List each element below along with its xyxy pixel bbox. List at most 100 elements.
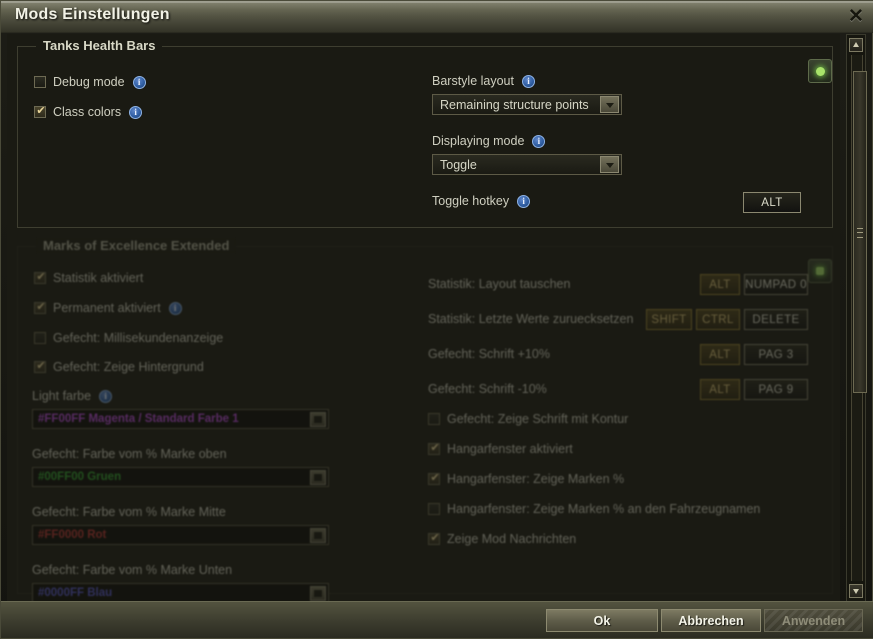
checkbox-box[interactable] xyxy=(34,104,47,118)
checkbox-debug-mode[interactable]: Debug mode i xyxy=(34,75,146,89)
close-icon[interactable]: ✕ xyxy=(843,4,869,29)
label-text: Light farbe xyxy=(32,389,92,403)
checkbox-millisekundenanzeige[interactable]: Gefecht: Millisekundenanzeige xyxy=(34,331,223,345)
label-light-farbe: Light farbe i xyxy=(32,389,113,403)
section-tanks-health-bars: Tanks Health Bars Debug mode i Class col… xyxy=(17,38,833,228)
checkbox-label: Gefecht: Zeige Hintergrund xyxy=(53,360,204,374)
reset-icon-button[interactable] xyxy=(808,259,832,283)
chevron-down-icon[interactable] xyxy=(600,156,619,173)
checkbox-class-colors[interactable]: Class colors i xyxy=(34,104,143,119)
checkbox-schrift-mit-kontur[interactable]: Gefecht: Zeige Schrift mit Kontur xyxy=(428,412,628,426)
checkbox-label: Permanent aktiviert xyxy=(53,301,161,315)
label-farbe-marke-oben: Gefecht: Farbe vom % Marke oben xyxy=(32,447,227,461)
hotkey-key-delete[interactable]: DELETE xyxy=(744,309,808,330)
checkbox-label: Class colors xyxy=(53,105,122,119)
hotkey-key-numpad0[interactable]: NUMPAD 0 xyxy=(744,274,808,295)
info-icon[interactable]: i xyxy=(532,134,546,148)
textfield-farbe-marke-unten[interactable]: #0000FF Blau xyxy=(32,583,329,602)
checkbox-label: Zeige Mod Nachrichten xyxy=(447,532,577,546)
color-picker-button[interactable] xyxy=(310,527,326,543)
chevron-down-icon[interactable] xyxy=(600,96,619,113)
info-icon[interactable]: i xyxy=(517,194,531,208)
chevron-down-icon[interactable] xyxy=(849,584,863,598)
info-icon[interactable]: i xyxy=(129,105,143,119)
checkbox-box[interactable] xyxy=(34,270,47,284)
dropdown-value: Remaining structure points xyxy=(440,97,589,112)
checkbox-label: Gefecht: Millisekundenanzeige xyxy=(53,331,224,345)
label-text: Statistik: Layout tauschen xyxy=(428,277,571,291)
label-toggle-hotkey: Toggle hotkey i xyxy=(432,194,531,208)
label-schrift-minus: Gefecht: Schrift -10% xyxy=(428,382,547,396)
label-barstyle-layout: Barstyle layout i xyxy=(432,74,535,88)
hotkey-button-toggle[interactable]: ALT xyxy=(743,192,801,213)
color-picker-button[interactable] xyxy=(310,469,326,485)
checkbox-permanent-aktiviert[interactable]: Permanent aktiviert i xyxy=(34,300,182,315)
color-picker-button[interactable] xyxy=(310,411,326,427)
chevron-up-icon[interactable] xyxy=(849,38,863,52)
textfield-value: #00FF00 Gruen xyxy=(38,471,122,483)
scrollbar-thumb[interactable] xyxy=(853,71,867,393)
info-icon[interactable]: i xyxy=(521,74,535,88)
hotkey-key-pag9[interactable]: PAG 9 xyxy=(744,379,808,400)
textfield-farbe-marke-oben[interactable]: #00FF00 Gruen xyxy=(32,467,329,487)
hotkey-modifier-alt-3[interactable]: ALT xyxy=(700,379,740,400)
mods-settings-window: Mods Einstellungen ✕ Tanks Health Bars D… xyxy=(0,0,873,639)
checkbox-box[interactable] xyxy=(428,441,441,455)
textfield-value: #FF0000 Rot xyxy=(38,529,107,541)
checkbox-box[interactable] xyxy=(428,503,440,515)
textfield-farbe-marke-mitte[interactable]: #FF0000 Rot xyxy=(32,525,329,545)
dropdown-value: Toggle xyxy=(440,157,477,172)
checkbox-label: Gefecht: Zeige Schrift mit Kontur xyxy=(447,412,629,426)
checkbox-box[interactable] xyxy=(34,332,46,344)
label-displaying-mode: Displaying mode i xyxy=(432,134,546,148)
checkbox-hangarfenster-aktiviert[interactable]: Hangarfenster aktiviert xyxy=(428,441,573,456)
dropdown-displaying-mode[interactable]: Toggle xyxy=(432,154,622,175)
grip-icon xyxy=(857,228,863,238)
label-werte-zuruecksetzen: Statistik: Letzte Werte zuruecksetzen xyxy=(428,312,633,326)
section-title: Marks of Excellence Extended xyxy=(36,238,237,253)
scrollbar-track[interactable] xyxy=(851,55,867,581)
ok-button[interactable]: Ok xyxy=(546,609,658,632)
info-icon[interactable]: i xyxy=(99,389,113,403)
color-picker-button[interactable] xyxy=(310,585,326,601)
checkbox-label: Hangarfenster: Zeige Marken % an den Fah… xyxy=(447,502,761,516)
label-text: Statistik: Letzte Werte zuruecksetzen xyxy=(428,312,634,326)
checkbox-box[interactable] xyxy=(34,300,47,314)
dropdown-barstyle-layout[interactable]: Remaining structure points xyxy=(432,94,622,115)
cancel-button[interactable]: Abbrechen xyxy=(661,609,761,632)
hotkey-modifier-ctrl[interactable]: CTRL xyxy=(696,309,740,330)
info-icon[interactable]: i xyxy=(132,75,146,89)
checkbox-box[interactable] xyxy=(34,76,46,88)
checkbox-hangarfenster-marken-prozent[interactable]: Hangarfenster: Zeige Marken % xyxy=(428,471,624,486)
textfield-value: #FF00FF Magenta / Standard Farbe 1 xyxy=(38,413,239,425)
checkbox-box[interactable] xyxy=(428,531,441,545)
checkbox-hangarfenster-fahrzeugnamen[interactable]: Hangarfenster: Zeige Marken % an den Fah… xyxy=(428,502,760,516)
textfield-light-farbe[interactable]: #FF00FF Magenta / Standard Farbe 1 xyxy=(32,409,329,429)
label-text: Displaying mode xyxy=(432,134,525,148)
info-icon[interactable]: i xyxy=(168,301,182,315)
reset-icon-button[interactable] xyxy=(808,59,832,83)
label-text: Gefecht: Farbe vom % Marke Mitte xyxy=(32,505,226,519)
checkbox-zeige-hintergrund[interactable]: Gefecht: Zeige Hintergrund xyxy=(34,359,204,374)
label-schrift-plus: Gefecht: Schrift +10% xyxy=(428,347,550,361)
hotkey-modifier-alt-2[interactable]: ALT xyxy=(700,344,740,365)
label-layout-tauschen: Statistik: Layout tauschen xyxy=(428,277,570,291)
apply-button[interactable]: Anwenden xyxy=(764,609,863,632)
checkbox-box[interactable] xyxy=(428,413,440,425)
checkbox-statistik-aktiviert[interactable]: Statistik aktiviert xyxy=(34,270,144,285)
hotkey-key-pag3[interactable]: PAG 3 xyxy=(744,344,808,365)
hotkey-modifier-shift[interactable]: SHIFT xyxy=(646,309,692,330)
label-text: Gefecht: Schrift -10% xyxy=(428,382,547,396)
checkbox-box[interactable] xyxy=(34,359,47,373)
label-farbe-marke-mitte: Gefecht: Farbe vom % Marke Mitte xyxy=(32,505,226,519)
vertical-scrollbar[interactable] xyxy=(846,34,867,602)
hotkey-modifier-alt-1[interactable]: ALT xyxy=(700,274,740,295)
label-text: Gefecht: Farbe vom % Marke oben xyxy=(32,447,227,461)
checkbox-box[interactable] xyxy=(428,471,441,485)
label-text: Gefecht: Schrift +10% xyxy=(428,347,550,361)
section-marks-of-excellence-extended: Marks of Excellence Extended Statistik a… xyxy=(17,238,833,602)
label-farbe-marke-unten: Gefecht: Farbe vom % Marke Unten xyxy=(32,563,232,577)
checkbox-mod-nachrichten[interactable]: Zeige Mod Nachrichten xyxy=(428,531,577,546)
checkbox-label: Hangarfenster aktiviert xyxy=(447,442,573,456)
checkbox-label: Statistik aktiviert xyxy=(53,271,144,285)
